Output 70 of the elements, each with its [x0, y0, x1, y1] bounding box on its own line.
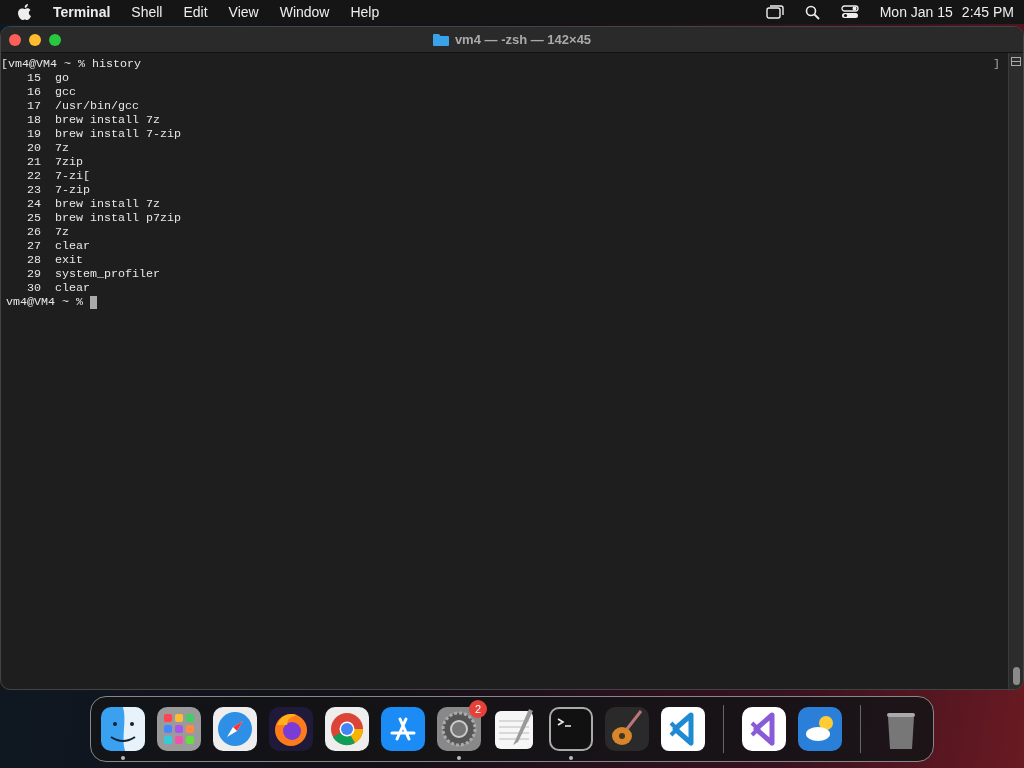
command-text: brew install 7-zip [55, 127, 181, 141]
fox-globe-icon[interactable] [269, 707, 313, 751]
line-number: 24 [26, 197, 41, 211]
line-number: 18 [26, 113, 41, 127]
close-button[interactable] [9, 33, 21, 46]
line-number: 19 [26, 127, 41, 141]
code-editor-icon[interactable] [661, 707, 705, 751]
line-number: 17 [26, 99, 41, 113]
terminal-icon[interactable] [549, 707, 593, 751]
command-text: 7-zip [55, 183, 90, 197]
line-number: 22 [26, 169, 41, 183]
prompt-text: vm4@VM4 ~ % [8, 57, 85, 71]
line-number: 23 [26, 183, 41, 197]
command-text: /usr/bin/gcc [55, 99, 139, 113]
window-stack-icon[interactable] [765, 5, 784, 19]
text-cursor [89, 296, 97, 309]
command-text: 7z [55, 225, 69, 239]
menu-item[interactable]: Help [350, 4, 380, 20]
command-text: exit [55, 253, 83, 267]
scroll-bar[interactable] [1008, 53, 1023, 689]
app-store-icon[interactable] [381, 707, 425, 751]
gear-icon[interactable] [437, 707, 481, 751]
line-number: 20 [26, 141, 41, 155]
bracket-text: [ [1, 57, 8, 71]
split-pane-icon[interactable] [1011, 57, 1021, 66]
compass-icon[interactable] [213, 707, 257, 751]
command-text: brew install p7zip [55, 211, 181, 225]
command-text: 7zip [55, 155, 83, 169]
command-text: history [91, 57, 141, 71]
apple-logo-icon[interactable] [18, 4, 32, 20]
window-title: vm4 — -zsh — 142×45 [454, 32, 592, 47]
command-text: gcc [55, 85, 76, 99]
menu-item[interactable]: Edit [183, 4, 208, 20]
line-number: 28 [26, 253, 41, 267]
weather-cloud-icon[interactable] [798, 707, 842, 751]
notification-badge: 2 [469, 700, 487, 718]
command-text: 7z [55, 141, 69, 155]
minimize-button[interactable] [29, 33, 41, 46]
toggle-switches-icon[interactable] [840, 5, 859, 19]
command-text: clear [55, 281, 90, 295]
menu-item[interactable]: View [228, 4, 259, 20]
folder-icon [432, 33, 449, 46]
app-grid-icon[interactable] [157, 707, 201, 751]
line-number: 30 [26, 281, 41, 295]
line-number: 21 [26, 155, 41, 169]
line-number: 25 [26, 211, 41, 225]
mark-text: ] [993, 57, 1000, 71]
command-text: system_profiler [55, 267, 160, 281]
search-icon[interactable] [804, 4, 820, 20]
date-text: Mon Jan 15 [879, 4, 953, 20]
guitar-icon[interactable] [605, 707, 649, 751]
prompt-text: vm4@VM4 ~ % [6, 295, 83, 309]
command-text: clear [55, 239, 90, 253]
menu-item[interactable]: Shell [131, 4, 163, 20]
app-menu[interactable]: Terminal [53, 4, 111, 20]
zoom-button[interactable] [49, 33, 61, 46]
clock-text: 2:45 PM [961, 4, 1014, 20]
line-number: 27 [26, 239, 41, 253]
command-text: 7-zi[ [55, 169, 90, 183]
menu-item[interactable]: Window [279, 4, 330, 20]
command-text: go [55, 71, 69, 85]
chrome-ring-icon[interactable] [325, 707, 369, 751]
line-number: 29 [26, 267, 41, 281]
line-number: 26 [26, 225, 41, 239]
scroll-thumb[interactable] [1012, 667, 1020, 685]
command-text: brew install 7z [55, 197, 160, 211]
line-number: 16 [26, 85, 41, 99]
finder-face-icon[interactable] [101, 707, 145, 751]
line-number: 15 [26, 71, 41, 85]
command-text: brew install 7z [55, 113, 160, 127]
